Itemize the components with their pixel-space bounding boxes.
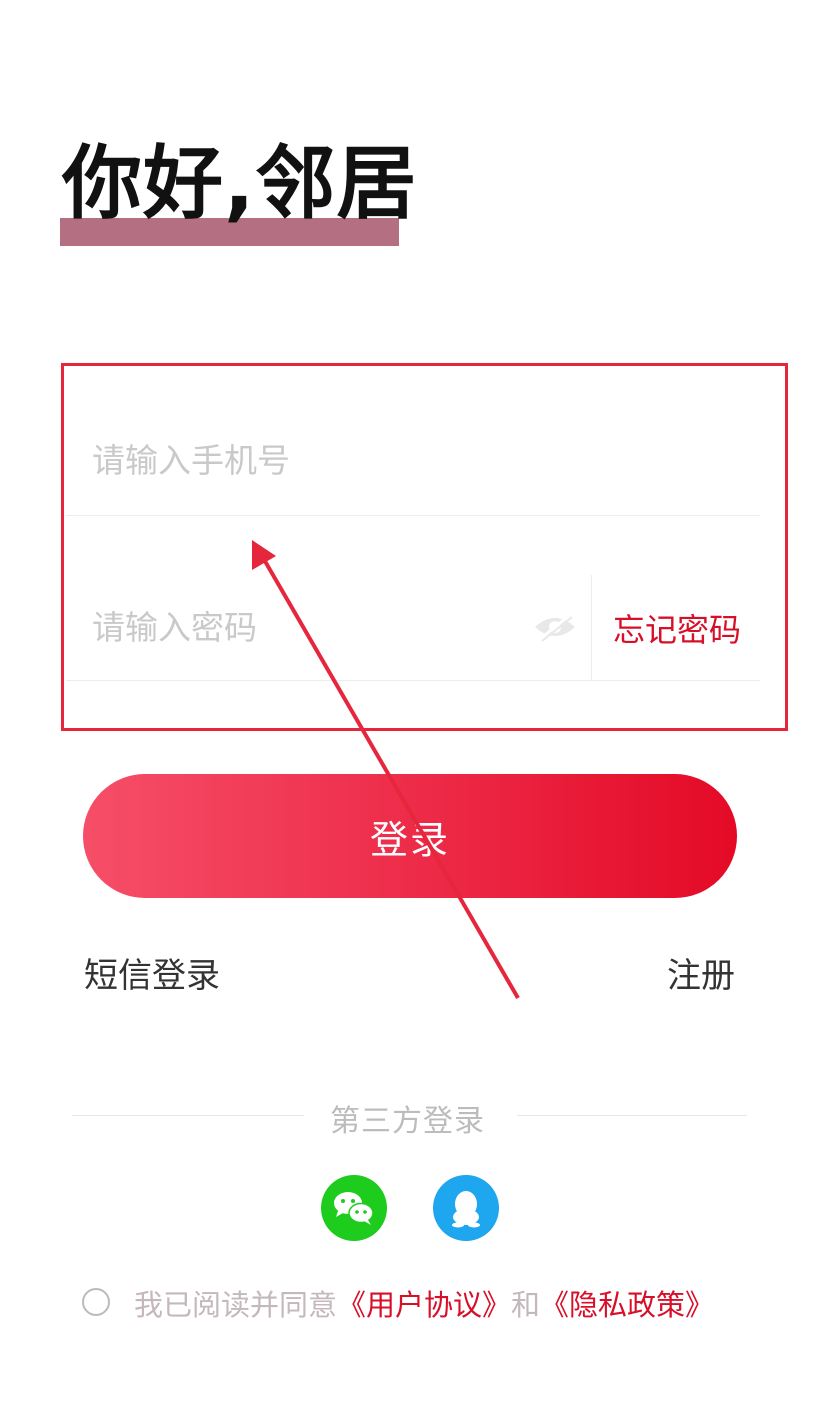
third-party-label: 第三方登录 bbox=[330, 1104, 485, 1139]
qq-icon[interactable] bbox=[433, 1175, 499, 1241]
agreement-and: 和 bbox=[511, 1288, 541, 1322]
password-input[interactable] bbox=[90, 575, 514, 680]
agreement-radio[interactable] bbox=[82, 1288, 110, 1316]
third-party-divider-right bbox=[517, 1115, 747, 1116]
forgot-password-link[interactable]: 忘记密码 bbox=[613, 605, 741, 651]
phone-field-row bbox=[66, 405, 760, 516]
privacy-policy-link[interactable]: 《隐私政策》 bbox=[540, 1288, 714, 1322]
page-title: 你好,邻居 bbox=[62, 137, 418, 230]
register-link[interactable]: 注册 bbox=[667, 948, 735, 997]
login-button[interactable]: 登录 bbox=[83, 774, 737, 898]
user-agreement-link[interactable]: 《用户协议》 bbox=[337, 1288, 511, 1322]
field-divider bbox=[591, 575, 592, 680]
agreement-text: 我已阅读并同意《用户协议》和《隐私政策》 bbox=[134, 1282, 714, 1324]
eye-hidden-icon[interactable] bbox=[532, 611, 578, 643]
wechat-icon[interactable] bbox=[321, 1175, 387, 1241]
third-party-divider-left bbox=[72, 1115, 304, 1116]
agreement-prefix: 我已阅读并同意 bbox=[134, 1288, 338, 1322]
phone-input[interactable] bbox=[90, 405, 734, 515]
password-field-row: 忘记密码 bbox=[66, 575, 760, 681]
sms-login-link[interactable]: 短信登录 bbox=[84, 948, 220, 997]
